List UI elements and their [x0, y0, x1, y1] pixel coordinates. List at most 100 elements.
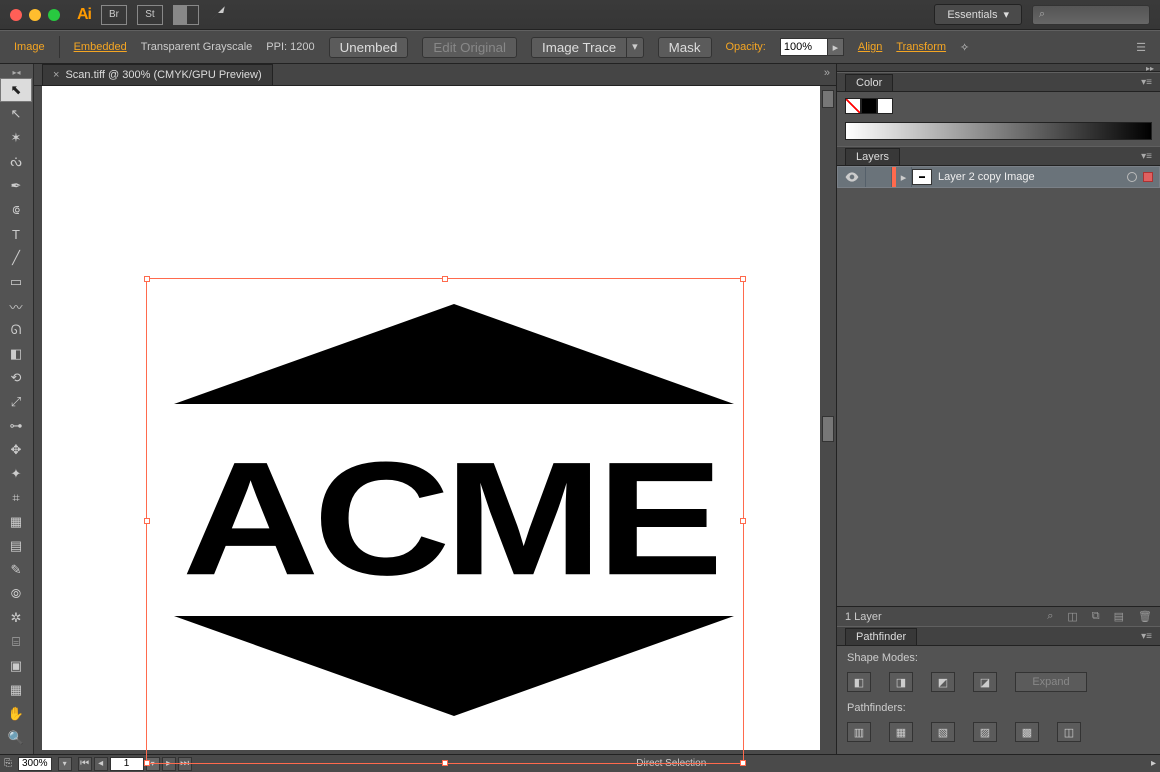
- new-sublayer-icon[interactable]: ⧉: [1092, 610, 1100, 623]
- tool-eraser[interactable]: ◧: [0, 342, 32, 366]
- mask-button[interactable]: Mask: [658, 37, 712, 58]
- selection-handle-ne[interactable]: [740, 276, 746, 282]
- artboard-field[interactable]: 1: [110, 757, 144, 771]
- tool-perspective[interactable]: ⌗: [0, 486, 32, 510]
- prev-artboard-button[interactable]: ◂: [94, 757, 108, 771]
- tool-hand[interactable]: ✋: [0, 702, 32, 726]
- selection-handle-nw[interactable]: [144, 276, 150, 282]
- layers-panel-header[interactable]: Layers ▾≡: [837, 146, 1160, 166]
- stock-button[interactable]: St: [137, 5, 163, 25]
- unite-button[interactable]: ◧: [847, 672, 871, 692]
- scroll-up-button[interactable]: [822, 90, 834, 108]
- tool-symbol-sprayer[interactable]: ✲: [0, 606, 32, 630]
- minus-back-button[interactable]: ◫: [1057, 722, 1081, 742]
- intersect-button[interactable]: ◩: [931, 672, 955, 692]
- tool-brush[interactable]: 〰: [0, 294, 32, 318]
- tool-curvature[interactable]: ⟃: [0, 198, 32, 222]
- tool-artboard[interactable]: ▣: [0, 654, 32, 678]
- crop-button[interactable]: ▨: [973, 722, 997, 742]
- tab-overflow-icon[interactable]: »: [818, 64, 836, 85]
- scroll-thumb[interactable]: [822, 416, 834, 442]
- canvas[interactable]: ACME: [34, 86, 836, 754]
- unembed-button[interactable]: Unembed: [329, 37, 409, 58]
- image-trace-button[interactable]: Image Trace ▾: [531, 37, 644, 58]
- first-artboard-button[interactable]: ⏮: [78, 757, 92, 771]
- layer-disclosure-icon[interactable]: ▸: [896, 167, 912, 187]
- pathfinder-panel-tab[interactable]: Pathfinder: [845, 628, 917, 645]
- status-menu-icon[interactable]: ▸: [1151, 758, 1156, 769]
- align-link[interactable]: Align: [858, 41, 882, 53]
- grayscale-ramp[interactable]: [845, 122, 1152, 140]
- tool-gradient[interactable]: ▤: [0, 534, 32, 558]
- tool-pen[interactable]: ✒: [0, 174, 32, 198]
- close-tab-icon[interactable]: ×: [53, 69, 59, 81]
- tools-panel-grip[interactable]: ▸◂: [0, 66, 33, 78]
- tool-rotate[interactable]: ⟲: [0, 366, 32, 390]
- vertical-scrollbar[interactable]: [820, 86, 836, 754]
- pathfinder-panel-header[interactable]: Pathfinder ▾≡: [837, 626, 1160, 646]
- tool-slice[interactable]: ▦: [0, 678, 32, 702]
- tool-mesh[interactable]: ▦: [0, 510, 32, 534]
- tool-scale[interactable]: ⤢: [0, 390, 32, 414]
- opacity-input[interactable]: [780, 38, 828, 56]
- minus-front-button[interactable]: ◨: [889, 672, 913, 692]
- image-trace-label[interactable]: Image Trace: [531, 37, 627, 58]
- merge-button[interactable]: ▧: [931, 722, 955, 742]
- gpu-preview-icon[interactable]: [209, 4, 227, 25]
- selection-handle-e[interactable]: [740, 518, 746, 524]
- tool-column-graph[interactable]: ⌸: [0, 630, 32, 654]
- layer-row[interactable]: ▸ ▬ Layer 2 copy Image: [837, 166, 1160, 188]
- export-icon[interactable]: ⎘: [4, 758, 12, 769]
- tool-type[interactable]: T: [0, 222, 32, 246]
- window-zoom-button[interactable]: [48, 9, 60, 21]
- tool-blend[interactable]: ⦾: [0, 582, 32, 606]
- black-swatch[interactable]: [861, 98, 877, 114]
- panel-collapse-grip[interactable]: ▸▸: [837, 64, 1160, 72]
- trim-button[interactable]: ▦: [889, 722, 913, 742]
- tool-blob-brush[interactable]: ᘏ: [0, 318, 32, 342]
- layer-name[interactable]: Layer 2 copy Image: [938, 171, 1035, 183]
- lock-cell[interactable]: [866, 167, 892, 187]
- color-panel-tab[interactable]: Color: [845, 74, 893, 91]
- clipping-mask-icon[interactable]: ◫: [1067, 610, 1077, 623]
- opacity-stepper[interactable]: ▸: [828, 38, 844, 56]
- selection-handle-sw[interactable]: [144, 760, 150, 766]
- color-panel-header[interactable]: Color ▾≡: [837, 72, 1160, 92]
- white-swatch[interactable]: [877, 98, 893, 114]
- help-search-input[interactable]: ⌕: [1032, 5, 1150, 25]
- tool-line[interactable]: ╱: [0, 246, 32, 270]
- tool-free-transform[interactable]: ✥: [0, 438, 32, 462]
- transform-link[interactable]: Transform: [896, 41, 946, 53]
- selection-handle-n[interactable]: [442, 276, 448, 282]
- window-close-button[interactable]: [10, 9, 22, 21]
- arrange-documents-button[interactable]: [173, 5, 199, 25]
- zoom-field[interactable]: 300%: [18, 757, 52, 771]
- tool-width[interactable]: ⊶: [0, 414, 32, 438]
- document-tab[interactable]: × Scan.tiff @ 300% (CMYK/GPU Preview): [42, 64, 273, 85]
- selection-handle-s[interactable]: [442, 760, 448, 766]
- panel-menu-icon[interactable]: ☰: [1136, 41, 1146, 54]
- selection-indicator[interactable]: [1143, 172, 1153, 182]
- locate-object-icon[interactable]: ⌕: [1047, 610, 1053, 623]
- tool-eyedropper[interactable]: ✎: [0, 558, 32, 582]
- tool-lasso[interactable]: ᔔ: [0, 150, 32, 174]
- outline-button[interactable]: ▩: [1015, 722, 1039, 742]
- tool-magic-wand[interactable]: ✶: [0, 126, 32, 150]
- tool-selection[interactable]: ⬉: [0, 78, 32, 102]
- none-swatch[interactable]: [845, 98, 861, 114]
- tool-shape-builder[interactable]: ✦: [0, 462, 32, 486]
- tool-direct-selection[interactable]: ↖: [0, 102, 32, 126]
- tool-zoom[interactable]: 🔍: [0, 726, 32, 750]
- layers-panel-tab[interactable]: Layers: [845, 148, 900, 165]
- link-state[interactable]: Embedded: [74, 41, 127, 53]
- tool-rectangle[interactable]: ▭: [0, 270, 32, 294]
- image-trace-dropdown[interactable]: ▾: [627, 37, 644, 58]
- window-minimize-button[interactable]: [29, 9, 41, 21]
- divide-button[interactable]: ▥: [847, 722, 871, 742]
- color-panel-menu-icon[interactable]: ▾≡: [1141, 77, 1152, 88]
- bridge-button[interactable]: Br: [101, 5, 127, 25]
- layers-panel-menu-icon[interactable]: ▾≡: [1141, 151, 1152, 162]
- isolate-icon[interactable]: ✧: [960, 41, 969, 54]
- pathfinder-panel-menu-icon[interactable]: ▾≡: [1141, 631, 1152, 642]
- zoom-dropdown[interactable]: ▾: [58, 757, 72, 771]
